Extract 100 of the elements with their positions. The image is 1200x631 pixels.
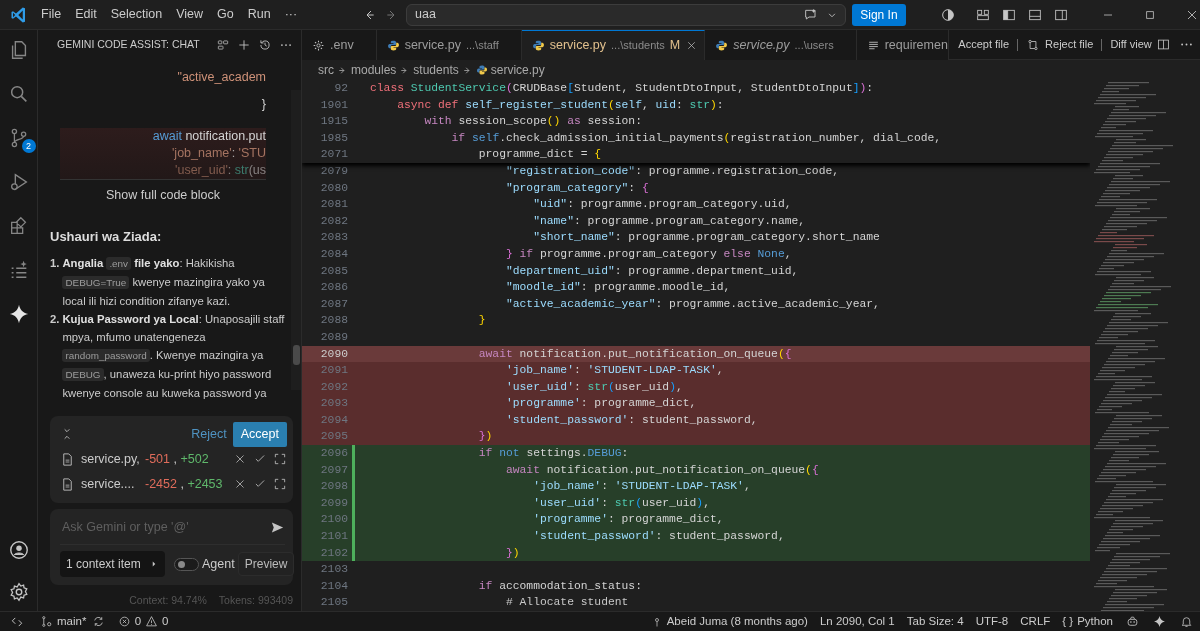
toggle-label: Agent [201,555,235,573]
diff-view-button[interactable]: Diff view [1106,36,1156,53]
context-button[interactable]: 1 context item [60,551,165,577]
file-name[interactable]: service.py, [81,449,139,469]
code-line: "uid": programme.program_category.uid, [532,197,792,213]
chat-icon[interactable] [803,6,819,23]
agent-toggle[interactable] [173,557,199,571]
diff-stats: -501 , +502 [145,450,210,468]
status-item[interactable]: UTF-8 [969,612,1015,631]
line-number: 2089 [319,329,348,345]
code-line: "registration_code": programme.registration_code, [504,163,840,179]
language-button[interactable]: { } Python [1056,612,1119,631]
menu-item[interactable]: View [169,5,210,24]
menu-item[interactable]: ··· [277,5,305,24]
code-line: } [477,313,486,329]
expand-icon[interactable] [273,477,287,492]
accept-file-button[interactable]: Accept file [954,36,1014,53]
breadcrumb-item[interactable]: students [413,61,459,79]
status-item[interactable]: Ln 2090, Col 1 [813,612,901,631]
accept-button[interactable]: Accept [232,422,287,447]
line-number: 2086 [319,280,348,296]
sync-icon[interactable] [92,615,106,628]
line-number: 2091 [319,363,348,379]
search-field[interactable]: uaa [413,5,803,24]
line-number: 92 [333,81,348,96]
line-number: 2098 [319,479,348,495]
editor-tab[interactable]: requiremen [856,30,949,60]
line-number: 2105 [319,595,348,611]
editor-tab[interactable]: service.py ...\staff [376,30,522,60]
line-number: 2081 [319,197,348,213]
section-heading: Ushauri wa Ziada: [50,227,163,246]
tip-text: Angalia .env file yako: Hakikisha DEBUG=True kwenye mazingira yako ya local ili hizi condition zifanye kazi. [62,256,266,310]
show-more-link[interactable]: Show full code block [106,182,220,209]
search-bar[interactable]: uaa [406,3,846,26]
status-item[interactable]: Tab Size: 4 [900,612,970,631]
tip-text: Kujua Password ya Local: Unaposajili staff mpya, mfumo unatengeneza random_password . Kwenye mazingira ya DEBUG , unaweza ku-print hiyo password kwenye console au kuweka password ya [62,312,286,402]
code-line: await notification.put [151,128,266,145]
code-line: if not settings.DEBUG: [477,446,629,462]
code-line: if accommodation_status: [477,578,642,594]
blame-button[interactable]: Abeid Juma (8 months ago) [644,612,814,631]
code-line: 'student_password': student_password, [532,529,785,545]
reject-button[interactable]: Reject [185,422,233,447]
line-number: 2093 [319,396,348,412]
line-number: 2087 [319,296,348,312]
menu-item[interactable]: Edit [68,5,104,24]
menu-item[interactable]: File [34,5,69,24]
editor-tab[interactable]: service.py ...\users [705,30,857,60]
breadcrumb-item[interactable]: modules [351,61,397,79]
branch-button[interactable]: main* [34,612,93,631]
sign-in-button[interactable]: Sign In [852,3,906,26]
split-editor-icon[interactable] [1155,37,1171,52]
account-icon[interactable] [7,539,30,561]
gear-icon [312,38,325,52]
app-logo-icon [10,5,28,24]
code-line: "active_academ [176,69,266,86]
code-line: with session_scope() as session: [423,114,642,130]
code-line: "department_uid": programme.department_uid, [504,263,799,279]
code-line: 'job_name': 'STUDENT-LDAP-TASK', [504,363,724,379]
scrollbar[interactable] [291,90,301,390]
breadcrumb-item[interactable]: src [318,61,334,79]
sparkle-icon[interactable] [1153,615,1166,628]
robot-icon[interactable] [1126,615,1139,628]
line-number: 2100 [319,512,348,528]
settings-icon[interactable] [7,581,30,603]
code-line: 'programme': programme_dict, [504,396,697,412]
breadcrumb-item[interactable]: service.py [490,61,545,79]
editor-tab[interactable]: .env [302,30,377,60]
editor-tab[interactable]: service.py ...\students M [521,30,706,60]
bell-icon[interactable] [1180,615,1193,628]
usage-text: Tokens: 993409 [218,593,293,608]
list-number: 2. [50,312,60,328]
line-number: 2085 [319,263,348,279]
usage-text: Context: 94.74% [129,593,207,608]
line-number: 2095 [319,429,348,445]
line-number: 1901 [319,97,348,113]
history-icon[interactable] [258,38,272,52]
reject-file-button[interactable]: Reject file [1022,36,1098,53]
expand-icon[interactable] [273,452,287,467]
file-icon [60,451,75,467]
agents-icon[interactable] [216,38,230,52]
code-line: }) [477,429,493,445]
line-number: 2097 [319,462,348,478]
code-line: class StudentService(CRUDBase[Student, StudentDtoInput, StudentDtoInput]): [369,81,874,96]
code-line: "name": programme.program_category.name, [532,213,806,229]
menu-item[interactable]: Run [240,5,278,24]
line-number: 2101 [319,529,348,545]
preview-button[interactable]: Preview [237,552,295,576]
code-line: } if programme.program_category else None, [504,246,792,262]
problems-button[interactable]: 0 0 [111,612,175,631]
new-chat-icon[interactable] [237,38,251,52]
menu-item[interactable]: Selection [103,5,170,24]
line-number: 2094 [319,412,348,428]
menu-item[interactable]: Go [210,5,241,24]
code-line: await notification.put_notification_on_queue({ [504,462,819,478]
line-number: 2088 [319,313,348,329]
panel-title: GEMINI CODE ASSIST: CHAT [57,37,201,53]
status-item[interactable]: CRLF [1014,612,1057,631]
branch-icon [40,615,53,628]
file-name[interactable]: service.... [81,474,139,494]
contrast-icon[interactable] [940,6,956,23]
